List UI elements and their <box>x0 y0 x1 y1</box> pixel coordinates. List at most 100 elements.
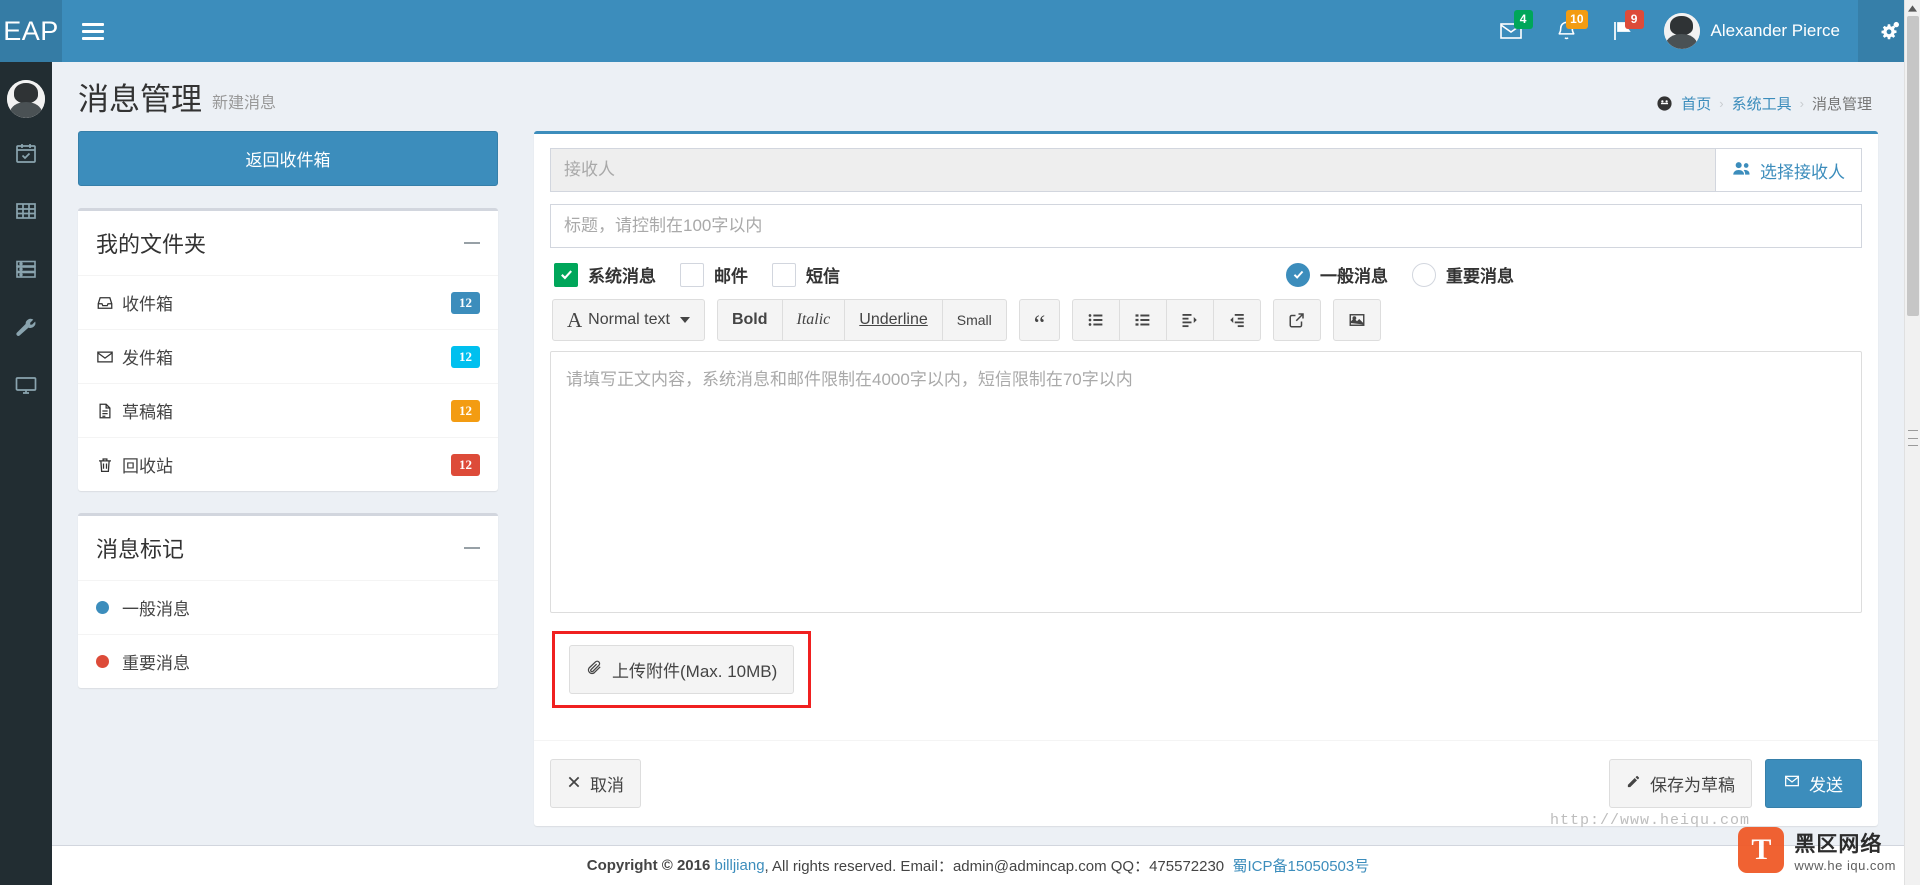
checkbox-system-message[interactable] <box>554 262 578 287</box>
list-item: 草稿箱 12 <box>78 383 498 437</box>
folder-item-sent[interactable]: 发件箱 12 <box>78 330 498 383</box>
file-text-icon <box>96 402 122 420</box>
breadcrumb-item-home[interactable]: 首页 <box>1681 93 1711 114</box>
footer-brand-link[interactable]: billjiang <box>715 857 765 874</box>
folders-collapse-button[interactable] <box>464 242 480 244</box>
outdent-icon <box>1230 314 1245 328</box>
message-body-editor[interactable]: 请填写正文内容，系统消息和邮件限制在4000字以内，短信限制在70字以内 <box>550 351 1862 613</box>
watermark-url-top: http://www.heiqu.com <box>1549 812 1750 829</box>
folder-item-drafts[interactable]: 草稿箱 12 <box>78 384 498 437</box>
recipient-input[interactable] <box>550 148 1715 192</box>
ordered-list-icon <box>1135 314 1150 326</box>
page-scrollbar[interactable] <box>1904 0 1920 885</box>
sidebar-item-calendar[interactable] <box>0 130 52 176</box>
folder-list: 收件箱 12 发件箱 12 草稿箱 12 回收站 12 <box>78 275 498 491</box>
checkbox-sms[interactable] <box>772 262 796 287</box>
desktop-icon <box>15 377 37 394</box>
scrollbar-thumb[interactable] <box>1907 16 1919 316</box>
status-dot-important <box>96 655 109 668</box>
app-logo[interactable]: EAP <box>0 0 62 62</box>
italic-button[interactable]: Italic <box>781 299 846 341</box>
watermark-url: www.he iqu.com <box>1794 857 1896 873</box>
notifications-menu-button[interactable]: 10 <box>1539 0 1594 62</box>
folder-badge: 12 <box>451 291 480 314</box>
compose-column: 选择接收人 系统消息 邮件 短信 <box>534 131 1878 826</box>
scrollbar-up-button[interactable] <box>1905 0 1920 16</box>
server-icon <box>16 260 36 278</box>
sidebar-item-tools[interactable] <box>0 304 52 350</box>
upload-attachment-label: 上传附件(Max. 10MB) <box>612 662 778 681</box>
blockquote-button[interactable]: “ <box>1018 299 1061 341</box>
radio-important-message[interactable] <box>1412 262 1436 287</box>
folder-item-inbox[interactable]: 收件箱 12 <box>78 276 498 329</box>
users-icon <box>1732 160 1752 181</box>
channel-options: 系统消息 邮件 短信 <box>554 262 854 287</box>
save-draft-button[interactable]: 保存为草稿 <box>1609 759 1752 808</box>
sidebar-item-monitor[interactable] <box>0 362 52 408</box>
link-group <box>1273 299 1322 341</box>
outdent-button[interactable] <box>1213 299 1262 341</box>
labels-box-header: 消息标记 <box>78 516 498 580</box>
pencil-icon <box>1626 774 1641 794</box>
insert-image-button[interactable] <box>1333 299 1382 341</box>
breadcrumb-item-system-tools[interactable]: 系统工具 <box>1732 93 1792 114</box>
label-item-important[interactable]: 重要消息 <box>78 635 498 688</box>
text-style-dropdown[interactable]: A Normal text <box>552 299 705 341</box>
upload-attachment-button[interactable]: 上传附件(Max. 10MB) <box>569 645 795 694</box>
bold-button[interactable]: Bold <box>716 299 783 341</box>
label-item-normal[interactable]: 一般消息 <box>78 581 498 634</box>
user-menu-button[interactable]: Alexander Pierce <box>1650 0 1858 62</box>
back-to-inbox-button[interactable]: 返回收件箱 <box>78 131 498 186</box>
unordered-list-button[interactable] <box>1072 299 1121 341</box>
radio-label-normal-message[interactable]: 一般消息 <box>1320 262 1388 287</box>
ordered-list-button[interactable] <box>1119 299 1168 341</box>
navbar-right: 4 10 9 Alexander Pierce <box>1483 0 1920 62</box>
radio-normal-message[interactable] <box>1286 262 1310 287</box>
sidebar-avatar <box>7 80 45 118</box>
quote-group: “ <box>1018 299 1061 341</box>
style-group: A Normal text <box>552 299 705 341</box>
watermark: T 黑区网络 www.he iqu.com <box>1738 827 1896 873</box>
radio-label-important-message[interactable]: 重要消息 <box>1446 262 1514 287</box>
insert-link-button[interactable] <box>1273 299 1322 341</box>
checkbox-email[interactable] <box>680 262 704 287</box>
top-navbar: EAP 4 10 9 Alexander Pierce <box>0 0 1920 62</box>
sidebar-toggle-button[interactable] <box>62 0 124 62</box>
choose-recipient-button[interactable]: 选择接收人 <box>1715 148 1862 192</box>
underline-button[interactable]: Underline <box>844 299 943 341</box>
page-footer: Copyright © 2016 billjiang , All rights … <box>52 845 1904 885</box>
times-icon <box>567 774 581 794</box>
messages-menu-button[interactable]: 4 <box>1483 0 1539 62</box>
small-text-button[interactable]: Small <box>941 299 1007 341</box>
subject-input[interactable] <box>550 204 1862 248</box>
footer-icp-link[interactable]: 蜀ICP备15050503号 <box>1233 855 1370 876</box>
envelope-icon <box>96 348 122 366</box>
folder-badge: 12 <box>451 345 480 368</box>
dashboard-icon <box>1656 95 1673 112</box>
tasks-menu-button[interactable]: 9 <box>1594 0 1650 62</box>
send-button[interactable]: 发送 <box>1765 759 1862 808</box>
labels-collapse-button[interactable] <box>464 547 480 549</box>
main-area: 返回收件箱 我的文件夹 收件箱 12 发件箱 12 草稿箱 12 回收站 12 … <box>52 123 1904 826</box>
breadcrumb-item-current: 消息管理 <box>1811 96 1872 113</box>
recipient-group: 选择接收人 <box>550 148 1862 192</box>
format-group: Bold Italic Underline Small <box>716 299 1007 341</box>
sidebar-item-tables[interactable] <box>0 188 52 234</box>
indent-button[interactable] <box>1166 299 1215 341</box>
link-share-icon <box>1289 313 1305 328</box>
checkbox-label-email[interactable]: 邮件 <box>714 262 748 287</box>
label-text: 重要消息 <box>122 654 190 673</box>
wrench-icon <box>16 318 36 336</box>
checkbox-label-system-message[interactable]: 系统消息 <box>588 262 656 287</box>
labels-box: 消息标记 一般消息 重要消息 <box>78 513 498 688</box>
cancel-button[interactable]: 取消 <box>550 759 641 808</box>
calendar-check-icon <box>16 144 36 163</box>
list-item: 收件箱 12 <box>78 275 498 329</box>
folder-item-trash[interactable]: 回收站 12 <box>78 438 498 491</box>
checkbox-label-sms[interactable]: 短信 <box>806 262 840 287</box>
image-group <box>1333 299 1382 341</box>
avatar <box>1663 13 1700 49</box>
sidebar-item-server[interactable] <box>0 246 52 292</box>
folder-label: 草稿箱 <box>122 403 173 422</box>
list-item: 回收站 12 <box>78 437 498 491</box>
